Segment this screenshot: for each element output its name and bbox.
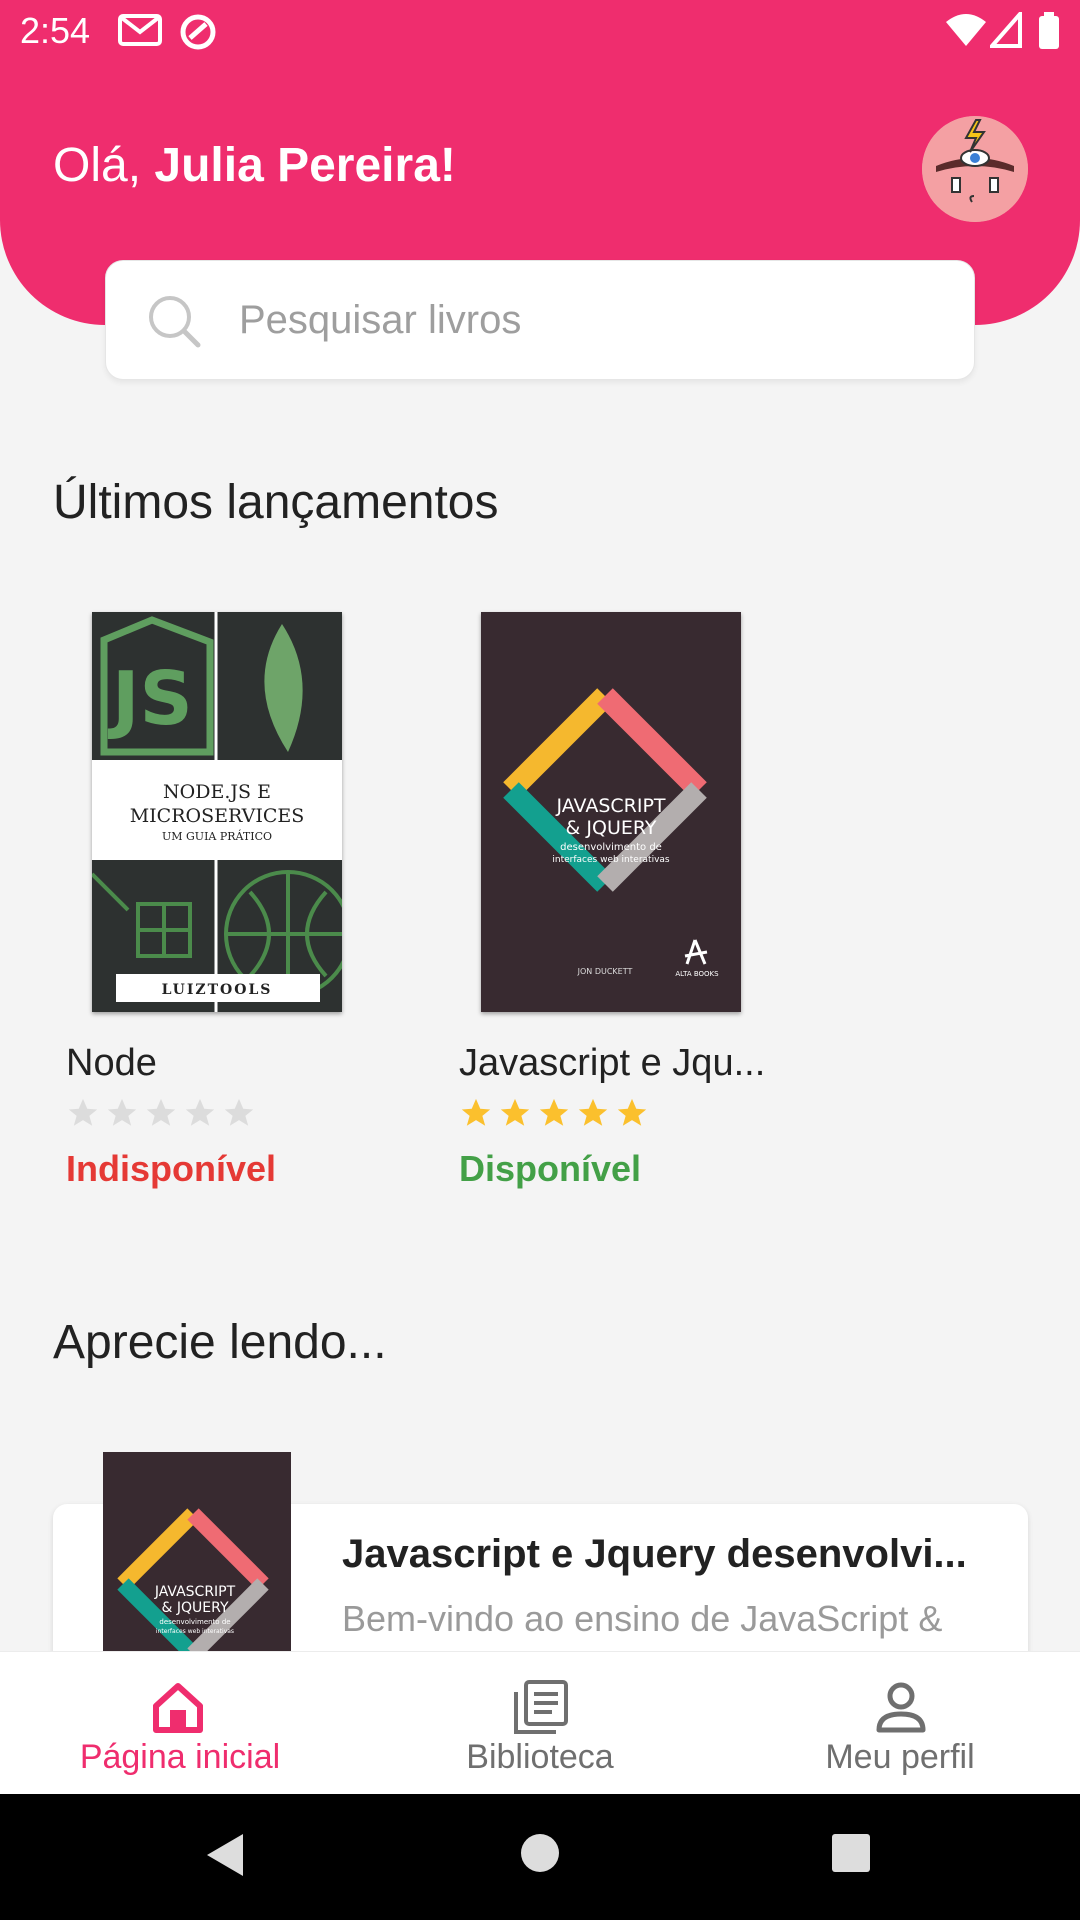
star-empty-icon	[68, 1098, 98, 1126]
nav-item-profile[interactable]: Meu perfil	[720, 1652, 1080, 1795]
library-icon	[514, 1680, 568, 1734]
back-icon[interactable]	[205, 1832, 245, 1878]
status-bar: 2:54	[0, 0, 1080, 64]
star-empty-icon	[185, 1098, 215, 1126]
search-bar[interactable]	[105, 260, 975, 380]
book-cover[interactable]: JS NODE.JS E MICROSERVICES UM GUIA PRÁTI…	[90, 612, 352, 1012]
book-title[interactable]: Javascript e Jqu...	[459, 1042, 765, 1085]
featured-book-title[interactable]: Javascript e Jquery desenvolvi...	[342, 1532, 982, 1577]
signal-icon	[990, 12, 1022, 48]
greeting-prefix: Olá,	[53, 139, 155, 192]
rating-stars	[459, 1096, 649, 1130]
greeting: Olá, Julia Pereira!	[53, 138, 456, 193]
cover-line-1: NODE.JS E	[163, 781, 271, 803]
nav-label-profile: Meu perfil	[825, 1738, 975, 1776]
star-filled-icon	[539, 1098, 569, 1126]
star-filled-icon	[461, 1098, 491, 1126]
section-title-latest: Últimos lançamentos	[53, 476, 499, 529]
cover-line-3: desenvolvimento de	[560, 842, 662, 853]
nav-label-home: Página inicial	[79, 1738, 281, 1776]
bottom-navigation: Página inicial Biblioteca Meu perfil	[0, 1651, 1080, 1794]
cover-publisher: ALTA BOOKS	[675, 970, 719, 978]
availability-status: Indisponível	[66, 1148, 277, 1189]
cover-line-4: interfaces web interativas	[552, 855, 670, 865]
home-button-icon[interactable]	[519, 1832, 561, 1874]
star-empty-icon	[224, 1098, 254, 1126]
system-navigation-bar	[0, 1794, 1080, 1920]
cover-publisher: LUIZTOOLS	[162, 982, 273, 998]
star-empty-icon	[146, 1098, 176, 1126]
user-name: Julia Pereira!	[154, 139, 456, 192]
profile-icon	[876, 1682, 926, 1733]
cover-line-4: interfaces web interativas	[156, 1628, 234, 1635]
rating-stars	[66, 1096, 256, 1130]
cover-line-2: & JQUERY	[566, 817, 657, 839]
cover-logo: JS	[107, 656, 193, 742]
search-icon	[149, 296, 201, 348]
search-input[interactable]	[239, 261, 939, 379]
monster-avatar-icon	[922, 116, 1028, 222]
status-time: 2:54	[20, 10, 91, 51]
cover-line-3: desenvolvimento de	[159, 1618, 230, 1626]
cover-line-3: UM GUIA PRÁTICO	[162, 829, 272, 843]
cover-line-2: & JQUERY	[162, 1600, 229, 1616]
cover-line-2: MICROSERVICES	[130, 805, 305, 827]
star-filled-icon	[578, 1098, 608, 1126]
star-filled-icon	[500, 1098, 530, 1126]
section-title-enjoy: Aprecie lendo...	[53, 1316, 387, 1369]
nav-item-home[interactable]: Página inicial	[0, 1652, 360, 1795]
javascript-book-cover-art: JAVASCRIPT & JQUERY desenvolvimento de i…	[481, 612, 741, 1012]
book-title[interactable]: Node	[66, 1042, 157, 1085]
star-empty-icon	[107, 1098, 137, 1126]
cover-line-1: JAVASCRIPT	[154, 1584, 236, 1600]
node-book-cover-art: JS NODE.JS E MICROSERVICES UM GUIA PRÁTI…	[90, 612, 352, 1012]
nav-label-library: Biblioteca	[466, 1738, 614, 1776]
sync-icon	[180, 14, 216, 50]
availability-status: Disponível	[459, 1148, 642, 1189]
battery-icon	[1039, 12, 1059, 49]
cover-line-1: JAVASCRIPT	[555, 795, 665, 817]
gmail-icon	[118, 14, 162, 46]
home-icon	[153, 1683, 203, 1733]
recents-icon[interactable]	[830, 1832, 872, 1874]
cover-author: JON DUCKETT	[577, 967, 633, 976]
star-filled-icon	[617, 1098, 647, 1126]
avatar[interactable]	[922, 116, 1028, 222]
book-cover[interactable]: JAVASCRIPT & JQUERY desenvolvimento de i…	[481, 612, 741, 1012]
nav-item-library[interactable]: Biblioteca	[360, 1652, 720, 1795]
wifi-icon	[946, 14, 986, 46]
